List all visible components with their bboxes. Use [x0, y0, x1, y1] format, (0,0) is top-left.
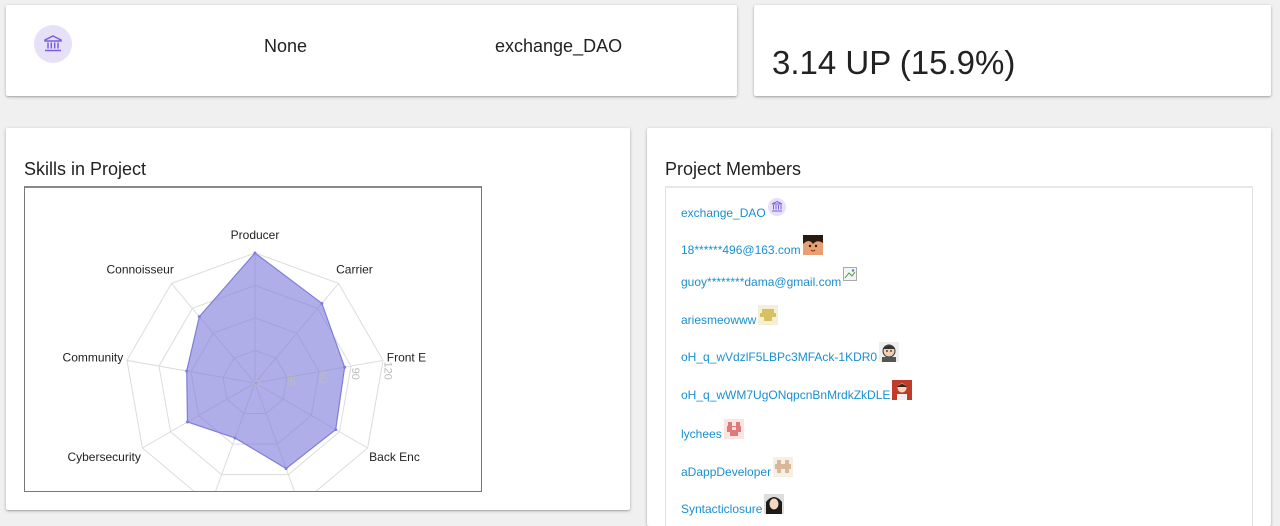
radar-data-point	[253, 251, 257, 255]
member-link[interactable]: oH_q_wVdzlF5LBPc3MFAck-1KDR0	[681, 350, 877, 364]
radar-data-point	[185, 369, 189, 373]
radar-axis-label: Community	[63, 350, 124, 364]
radar-axis-label: Front E	[387, 350, 426, 364]
radar-axis-label: Back Enc	[369, 450, 420, 464]
radar-tick-label: 0	[250, 380, 262, 386]
token-price-text: 3.14 UP (15.9%)	[772, 44, 1016, 81]
member-link[interactable]: 18******496@163.com	[681, 243, 801, 257]
radar-data-point	[197, 315, 201, 319]
radar-tick-label: 60	[317, 371, 329, 383]
member-row: ariesmeowww	[681, 305, 779, 327]
radar-data-point	[284, 467, 288, 471]
radar-tick-label: 90	[349, 368, 361, 380]
radar-data-point	[185, 420, 189, 424]
radar-data-point	[343, 365, 347, 369]
dao-name-text: exchange_DAO	[495, 36, 623, 56]
skills-radar-chart: 0 30 60 90 120 Producer Carrier Front E Back Enc…	[24, 186, 482, 492]
red-portrait-avatar	[892, 380, 913, 400]
cartoon-man-avatar	[879, 342, 900, 362]
member-row: guoy********dama@gmail.com	[681, 267, 861, 289]
member-link[interactable]: Syntacticlosure	[681, 502, 762, 516]
member-link[interactable]: lychees	[681, 427, 722, 441]
member-row: 18******496@163.com	[681, 235, 823, 257]
dark-hair-avatar	[764, 494, 785, 514]
member-row: oH_q_wWM7UgONqpcnBnMrdkZkDLE	[681, 380, 913, 402]
radar-data-point	[320, 301, 324, 305]
beige-pixel-avatar	[773, 457, 794, 477]
member-link[interactable]: exchange_DAO	[681, 206, 766, 220]
broken-image-icon	[843, 267, 861, 285]
radar-axis-label: Connoisseur	[106, 263, 173, 277]
pink-pixel-avatar	[723, 419, 744, 439]
dao-status-text: None	[264, 36, 308, 56]
members-card: Project Members exchange_DAO 18******496@…	[647, 128, 1271, 526]
member-row: lychees	[681, 419, 744, 441]
skills-title: Skills in Project	[24, 159, 147, 179]
bank-icon	[34, 25, 72, 63]
dao-info-card: None exchange_DAO	[6, 5, 737, 96]
member-row: aDappDeveloper	[681, 457, 794, 479]
radar-axis-label: Carrier	[336, 263, 373, 277]
yellow-pixel-avatar	[758, 305, 779, 325]
member-link[interactable]: ariesmeowww	[681, 313, 756, 327]
radar-data-point	[334, 428, 338, 432]
members-list: exchange_DAO 18******496@163.com guoy*****…	[665, 186, 1253, 526]
skills-card: Skills in Project 0 30 60 90 120 Producer Carr…	[6, 128, 630, 510]
member-row: Syntacticlosure	[681, 494, 785, 516]
member-link[interactable]: oH_q_wWM7UgONqpcnBnMrdkZkDLE	[681, 388, 890, 402]
radar-data-point	[233, 436, 237, 440]
bank-icon	[767, 198, 786, 216]
member-row: exchange_DAO	[681, 198, 786, 220]
member-link[interactable]: aDappDeveloper	[681, 465, 771, 479]
radar-svg: 0 30 60 90 120ProducerCarrierFront EBack Enc…	[63, 228, 426, 491]
member-row: oH_q_wVdzlF5LBPc3MFAck-1KDR0	[681, 342, 900, 364]
token-price-card: 3.14 UP (15.9%)	[754, 5, 1271, 96]
members-title: Project Members	[665, 159, 802, 179]
radar-axis-label: Producer	[231, 228, 280, 242]
member-link[interactable]: guoy********dama@gmail.com	[681, 275, 841, 289]
radar-axis-label: Cybersecurity	[67, 450, 140, 464]
anime-girl-avatar	[802, 235, 823, 255]
radar-tick-label: 30	[284, 374, 296, 386]
radar-series-area	[186, 252, 346, 470]
